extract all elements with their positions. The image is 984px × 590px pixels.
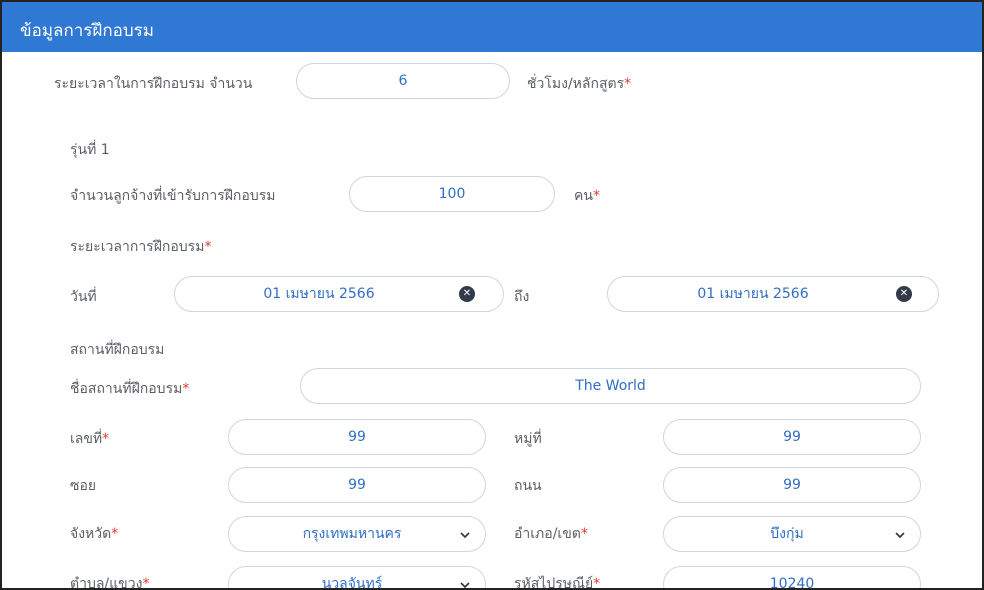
required-mark: *: [182, 381, 190, 397]
employee-count-label: จำนวนลูกจ้างที่เข้ารับการฝึกอบรม: [70, 188, 276, 204]
district-select[interactable]: บึงกุ่ม: [663, 516, 921, 552]
soi-label: ซอย: [70, 478, 97, 494]
province-value: กรุงเทพมหานคร: [302, 526, 402, 542]
required-mark: *: [580, 526, 588, 542]
end-date-value: 01 เมษายน 2566: [697, 286, 809, 302]
subdistrict-select[interactable]: นวลจันทร์: [228, 566, 486, 590]
venue-name-input[interactable]: The World: [300, 368, 921, 404]
required-mark: *: [102, 431, 110, 447]
district-value: บึงกุ่ม: [770, 526, 804, 542]
district-label: อำเภอ/เขต*: [514, 526, 588, 542]
venue-name-value: The World: [575, 378, 646, 394]
duration-label: ระยะเวลาในการฝึกอบรม จำนวน: [54, 76, 253, 92]
postal-code-value: 10240: [769, 576, 815, 590]
batch-label: รุ่นที่ 1: [70, 142, 110, 158]
road-value: 99: [783, 477, 801, 493]
duration-unit-label: ชั่วโมง/หลักสูตร*: [527, 76, 632, 92]
start-date-input[interactable]: 01 เมษายน 2566 ✕: [174, 276, 504, 312]
duration-hours-input[interactable]: 6: [296, 63, 510, 99]
road-label: ถนน: [514, 478, 542, 494]
section-header: ข้อมูลการฝึกอบรม: [2, 2, 982, 52]
employee-unit-label: คน*: [574, 188, 600, 204]
soi-input[interactable]: 99: [228, 467, 486, 503]
moo-value: 99: [783, 429, 801, 445]
duration-hours-value: 6: [398, 73, 408, 89]
soi-value: 99: [348, 477, 366, 493]
province-label: จังหวัด*: [70, 526, 119, 542]
venue-section-label: สถานที่ฝึกอบรม: [70, 342, 165, 358]
training-info-panel: ข้อมูลการฝึกอบรม ระยะเวลาในการฝึกอบรม จำ…: [0, 0, 984, 590]
postal-code-label: รหัสไปรษณีย์*: [514, 576, 601, 590]
subdistrict-label: ตำบล/แขวง*: [70, 576, 150, 590]
clear-start-date-icon[interactable]: ✕: [459, 286, 475, 302]
required-mark: *: [204, 239, 212, 255]
employee-count-input[interactable]: 100: [349, 176, 555, 212]
required-mark: *: [592, 188, 600, 204]
house-number-value: 99: [348, 429, 366, 445]
subdistrict-value: นวลจันทร์: [321, 576, 383, 590]
employee-count-value: 100: [438, 186, 466, 202]
chevron-down-icon: [460, 582, 470, 588]
required-mark: *: [111, 526, 119, 542]
house-number-label: เลขที่*: [70, 431, 110, 447]
chevron-down-icon: [460, 532, 470, 539]
end-date-input[interactable]: 01 เมษายน 2566 ✕: [607, 276, 939, 312]
from-date-label: วันที่: [70, 289, 97, 305]
section-title: ข้อมูลการฝึกอบรม: [20, 21, 155, 41]
venue-name-label: ชื่อสถานที่ฝึกอบรม*: [70, 381, 190, 397]
province-select[interactable]: กรุงเทพมหานคร: [228, 516, 486, 552]
required-mark: *: [624, 76, 632, 92]
training-period-label: ระยะเวลาการฝึกอบรม*: [70, 239, 212, 255]
moo-label: หมู่ที่: [514, 431, 542, 447]
chevron-down-icon: [895, 532, 905, 539]
to-date-label: ถึง: [514, 289, 530, 305]
start-date-value: 01 เมษายน 2566: [263, 286, 375, 302]
postal-code-input[interactable]: 10240: [663, 566, 921, 590]
road-input[interactable]: 99: [663, 467, 921, 503]
moo-input[interactable]: 99: [663, 419, 921, 455]
house-number-input[interactable]: 99: [228, 419, 486, 455]
clear-end-date-icon[interactable]: ✕: [896, 286, 912, 302]
required-mark: *: [593, 576, 601, 590]
required-mark: *: [142, 576, 150, 590]
